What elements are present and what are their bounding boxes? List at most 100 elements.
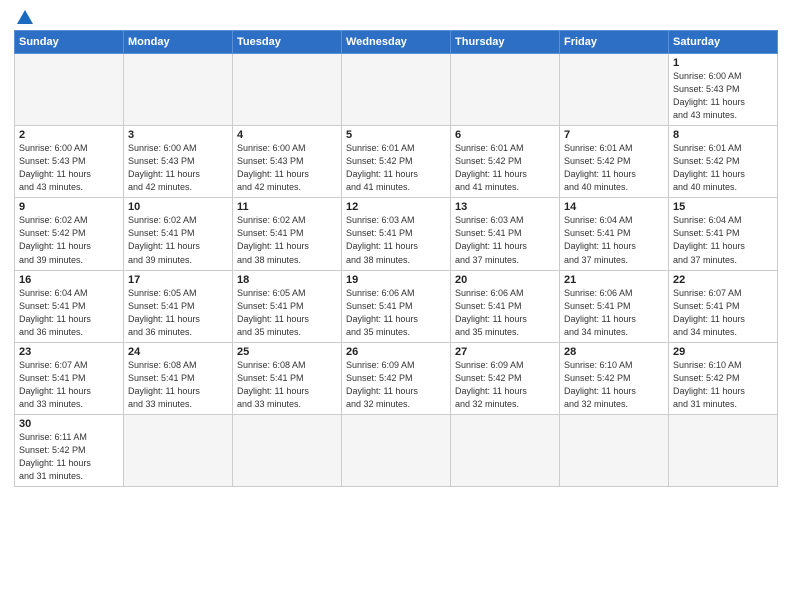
calendar-cell: 10Sunrise: 6:02 AM Sunset: 5:41 PM Dayli… bbox=[124, 198, 233, 270]
calendar-cell bbox=[124, 414, 233, 486]
day-number: 17 bbox=[128, 274, 228, 286]
calendar-cell: 20Sunrise: 6:06 AM Sunset: 5:41 PM Dayli… bbox=[451, 270, 560, 342]
calendar-cell: 4Sunrise: 6:00 AM Sunset: 5:43 PM Daylig… bbox=[233, 126, 342, 198]
day-number: 19 bbox=[346, 274, 446, 286]
day-info: Sunrise: 6:08 AM Sunset: 5:41 PM Dayligh… bbox=[128, 359, 228, 411]
day-number: 25 bbox=[237, 346, 337, 358]
calendar-row-2: 2Sunrise: 6:00 AM Sunset: 5:43 PM Daylig… bbox=[15, 126, 778, 198]
day-info: Sunrise: 6:07 AM Sunset: 5:41 PM Dayligh… bbox=[19, 359, 119, 411]
day-info: Sunrise: 6:04 AM Sunset: 5:41 PM Dayligh… bbox=[673, 214, 773, 266]
calendar-cell: 7Sunrise: 6:01 AM Sunset: 5:42 PM Daylig… bbox=[560, 126, 669, 198]
calendar-cell: 27Sunrise: 6:09 AM Sunset: 5:42 PM Dayli… bbox=[451, 342, 560, 414]
logo-area bbox=[14, 10, 35, 24]
calendar-cell: 22Sunrise: 6:07 AM Sunset: 5:41 PM Dayli… bbox=[669, 270, 778, 342]
calendar-cell: 13Sunrise: 6:03 AM Sunset: 5:41 PM Dayli… bbox=[451, 198, 560, 270]
day-info: Sunrise: 6:03 AM Sunset: 5:41 PM Dayligh… bbox=[346, 214, 446, 266]
day-info: Sunrise: 6:08 AM Sunset: 5:41 PM Dayligh… bbox=[237, 359, 337, 411]
calendar-cell: 1Sunrise: 6:00 AM Sunset: 5:43 PM Daylig… bbox=[669, 54, 778, 126]
day-number: 22 bbox=[673, 274, 773, 286]
calendar-cell: 16Sunrise: 6:04 AM Sunset: 5:41 PM Dayli… bbox=[15, 270, 124, 342]
calendar-cell: 5Sunrise: 6:01 AM Sunset: 5:42 PM Daylig… bbox=[342, 126, 451, 198]
day-info: Sunrise: 6:11 AM Sunset: 5:42 PM Dayligh… bbox=[19, 431, 119, 483]
calendar-cell: 26Sunrise: 6:09 AM Sunset: 5:42 PM Dayli… bbox=[342, 342, 451, 414]
day-info: Sunrise: 6:00 AM Sunset: 5:43 PM Dayligh… bbox=[237, 142, 337, 194]
day-info: Sunrise: 6:00 AM Sunset: 5:43 PM Dayligh… bbox=[19, 142, 119, 194]
header bbox=[14, 10, 778, 24]
calendar-cell bbox=[560, 54, 669, 126]
day-number: 26 bbox=[346, 346, 446, 358]
logo bbox=[14, 10, 35, 24]
calendar-row-3: 9Sunrise: 6:02 AM Sunset: 5:42 PM Daylig… bbox=[15, 198, 778, 270]
calendar-cell bbox=[451, 54, 560, 126]
day-info: Sunrise: 6:06 AM Sunset: 5:41 PM Dayligh… bbox=[564, 287, 664, 339]
calendar-cell: 25Sunrise: 6:08 AM Sunset: 5:41 PM Dayli… bbox=[233, 342, 342, 414]
day-info: Sunrise: 6:01 AM Sunset: 5:42 PM Dayligh… bbox=[673, 142, 773, 194]
day-info: Sunrise: 6:00 AM Sunset: 5:43 PM Dayligh… bbox=[128, 142, 228, 194]
day-number: 20 bbox=[455, 274, 555, 286]
weekday-header-sunday: Sunday bbox=[15, 31, 124, 54]
day-info: Sunrise: 6:10 AM Sunset: 5:42 PM Dayligh… bbox=[564, 359, 664, 411]
calendar-cell: 3Sunrise: 6:00 AM Sunset: 5:43 PM Daylig… bbox=[124, 126, 233, 198]
weekday-header-wednesday: Wednesday bbox=[342, 31, 451, 54]
weekday-header-monday: Monday bbox=[124, 31, 233, 54]
calendar-cell: 2Sunrise: 6:00 AM Sunset: 5:43 PM Daylig… bbox=[15, 126, 124, 198]
calendar-cell bbox=[342, 414, 451, 486]
day-info: Sunrise: 6:05 AM Sunset: 5:41 PM Dayligh… bbox=[237, 287, 337, 339]
day-number: 10 bbox=[128, 201, 228, 213]
calendar-cell bbox=[233, 414, 342, 486]
calendar-cell bbox=[451, 414, 560, 486]
day-info: Sunrise: 6:04 AM Sunset: 5:41 PM Dayligh… bbox=[564, 214, 664, 266]
calendar-cell: 12Sunrise: 6:03 AM Sunset: 5:41 PM Dayli… bbox=[342, 198, 451, 270]
weekday-header-saturday: Saturday bbox=[669, 31, 778, 54]
calendar-cell: 14Sunrise: 6:04 AM Sunset: 5:41 PM Dayli… bbox=[560, 198, 669, 270]
page: SundayMondayTuesdayWednesdayThursdayFrid… bbox=[0, 0, 792, 612]
day-info: Sunrise: 6:02 AM Sunset: 5:42 PM Dayligh… bbox=[19, 214, 119, 266]
calendar-cell: 18Sunrise: 6:05 AM Sunset: 5:41 PM Dayli… bbox=[233, 270, 342, 342]
weekday-header-row: SundayMondayTuesdayWednesdayThursdayFrid… bbox=[15, 31, 778, 54]
calendar-cell: 17Sunrise: 6:05 AM Sunset: 5:41 PM Dayli… bbox=[124, 270, 233, 342]
day-info: Sunrise: 6:04 AM Sunset: 5:41 PM Dayligh… bbox=[19, 287, 119, 339]
calendar-cell: 29Sunrise: 6:10 AM Sunset: 5:42 PM Dayli… bbox=[669, 342, 778, 414]
day-number: 1 bbox=[673, 57, 773, 69]
day-number: 27 bbox=[455, 346, 555, 358]
day-number: 23 bbox=[19, 346, 119, 358]
day-number: 12 bbox=[346, 201, 446, 213]
calendar: SundayMondayTuesdayWednesdayThursdayFrid… bbox=[14, 30, 778, 487]
day-number: 3 bbox=[128, 129, 228, 141]
calendar-cell bbox=[560, 414, 669, 486]
calendar-cell: 6Sunrise: 6:01 AM Sunset: 5:42 PM Daylig… bbox=[451, 126, 560, 198]
day-number: 2 bbox=[19, 129, 119, 141]
day-number: 4 bbox=[237, 129, 337, 141]
day-number: 9 bbox=[19, 201, 119, 213]
day-info: Sunrise: 6:01 AM Sunset: 5:42 PM Dayligh… bbox=[564, 142, 664, 194]
day-info: Sunrise: 6:02 AM Sunset: 5:41 PM Dayligh… bbox=[128, 214, 228, 266]
calendar-cell: 11Sunrise: 6:02 AM Sunset: 5:41 PM Dayli… bbox=[233, 198, 342, 270]
day-number: 11 bbox=[237, 201, 337, 213]
calendar-cell: 19Sunrise: 6:06 AM Sunset: 5:41 PM Dayli… bbox=[342, 270, 451, 342]
calendar-row-1: 1Sunrise: 6:00 AM Sunset: 5:43 PM Daylig… bbox=[15, 54, 778, 126]
day-number: 29 bbox=[673, 346, 773, 358]
day-info: Sunrise: 6:05 AM Sunset: 5:41 PM Dayligh… bbox=[128, 287, 228, 339]
weekday-header-thursday: Thursday bbox=[451, 31, 560, 54]
calendar-cell: 21Sunrise: 6:06 AM Sunset: 5:41 PM Dayli… bbox=[560, 270, 669, 342]
calendar-cell: 15Sunrise: 6:04 AM Sunset: 5:41 PM Dayli… bbox=[669, 198, 778, 270]
day-number: 8 bbox=[673, 129, 773, 141]
day-number: 14 bbox=[564, 201, 664, 213]
day-info: Sunrise: 6:00 AM Sunset: 5:43 PM Dayligh… bbox=[673, 70, 773, 122]
day-number: 28 bbox=[564, 346, 664, 358]
calendar-cell: 24Sunrise: 6:08 AM Sunset: 5:41 PM Dayli… bbox=[124, 342, 233, 414]
day-number: 18 bbox=[237, 274, 337, 286]
calendar-cell bbox=[124, 54, 233, 126]
day-info: Sunrise: 6:01 AM Sunset: 5:42 PM Dayligh… bbox=[346, 142, 446, 194]
day-number: 24 bbox=[128, 346, 228, 358]
calendar-cell: 30Sunrise: 6:11 AM Sunset: 5:42 PM Dayli… bbox=[15, 414, 124, 486]
calendar-row-4: 16Sunrise: 6:04 AM Sunset: 5:41 PM Dayli… bbox=[15, 270, 778, 342]
day-number: 30 bbox=[19, 418, 119, 430]
day-info: Sunrise: 6:02 AM Sunset: 5:41 PM Dayligh… bbox=[237, 214, 337, 266]
day-info: Sunrise: 6:10 AM Sunset: 5:42 PM Dayligh… bbox=[673, 359, 773, 411]
day-info: Sunrise: 6:07 AM Sunset: 5:41 PM Dayligh… bbox=[673, 287, 773, 339]
calendar-cell: 8Sunrise: 6:01 AM Sunset: 5:42 PM Daylig… bbox=[669, 126, 778, 198]
day-info: Sunrise: 6:03 AM Sunset: 5:41 PM Dayligh… bbox=[455, 214, 555, 266]
calendar-cell bbox=[15, 54, 124, 126]
weekday-header-tuesday: Tuesday bbox=[233, 31, 342, 54]
